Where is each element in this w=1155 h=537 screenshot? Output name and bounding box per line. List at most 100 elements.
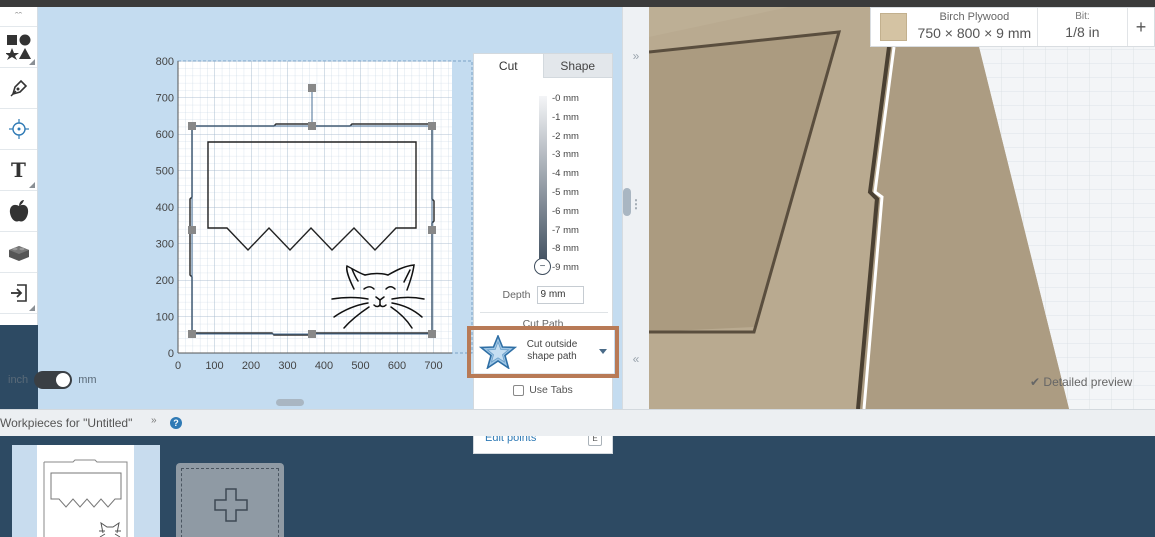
depth-slider[interactable]: -0 mm -1 mm -2 mm -3 mm -4 mm -5 mm -6 mm -7 mm…	[474, 78, 612, 275]
depth-scale-label: -5 mm	[552, 186, 579, 198]
3d-preview[interactable]	[649, 7, 1155, 409]
depth-scale-label: -3 mm	[552, 149, 579, 161]
check-icon: ✔	[1030, 375, 1041, 389]
panel-tabs: Cut Shape	[474, 54, 612, 78]
y-tick-label: 100	[156, 312, 174, 324]
workpiece-thumbnail-card	[37, 445, 134, 537]
y-tick-label: 800	[156, 56, 174, 68]
x-tick-label: 0	[175, 360, 181, 372]
submenu-corner-icon	[29, 182, 35, 188]
workpiece-thumbnail-preview	[43, 459, 128, 537]
vertical-scrollbar[interactable]	[623, 188, 631, 216]
material-settings[interactable]: Birch Plywood 750 × 800 × 9 mm Bit: 1/8 …	[870, 7, 1155, 47]
workpieces-title: Workpieces for "Untitled"	[0, 416, 133, 430]
double-chevron-down-icon[interactable]: »	[151, 415, 157, 426]
resize-handle-nw[interactable]	[188, 122, 196, 130]
submenu-corner-icon	[29, 305, 35, 311]
3d-preview-scene	[649, 7, 1155, 409]
apple-icon	[9, 200, 28, 222]
resize-handle-ne[interactable]	[428, 122, 436, 130]
y-tick-label: 200	[156, 275, 174, 287]
depth-scale-label: -7 mm	[552, 224, 579, 236]
y-tick-label: 600	[156, 129, 174, 141]
x-tick-label: 100	[205, 360, 223, 372]
use-tabs-checkbox[interactable]	[513, 384, 525, 396]
import-button[interactable]	[0, 273, 37, 314]
resize-handle-se[interactable]	[428, 330, 436, 338]
depth-scale-labels: -0 mm -1 mm -2 mm -3 mm -4 mm -5 mm -6 mm -7 mm…	[552, 90, 579, 278]
unit-inch-label: inch	[8, 374, 29, 386]
submenu-corner-icon	[29, 59, 35, 65]
resize-handle-sw[interactable]	[188, 330, 196, 338]
depth-input[interactable]: 9 mm	[536, 286, 584, 304]
add-workpiece-dashed-box	[181, 468, 279, 537]
text-icon: T	[11, 158, 26, 182]
text-tool-button[interactable]: T	[0, 150, 37, 191]
x-tick-label: 700	[424, 360, 442, 372]
depth-gradient-bar	[539, 96, 547, 266]
y-tick-label: 0	[168, 348, 174, 360]
horizontal-scrollbar[interactable]	[276, 399, 304, 406]
resize-handle-e[interactable]	[428, 226, 436, 234]
unit-mm-label: mm	[78, 374, 97, 386]
switch-knob	[56, 373, 71, 387]
detailed-preview-toggle[interactable]: ✔ Detailed preview	[1030, 375, 1132, 389]
resize-handle-w[interactable]	[188, 226, 196, 234]
y-tick-label: 300	[156, 239, 174, 251]
pen-tool-button[interactable]	[0, 68, 37, 109]
use-tabs-label: Use Tabs	[529, 384, 573, 396]
material-swatch	[880, 13, 907, 41]
double-chevron-up-icon: ˆˆ	[14, 10, 23, 23]
depth-scale-label: -6 mm	[552, 205, 579, 217]
bit-value: 1/8 in	[1065, 24, 1100, 40]
depth-scale-label: -2 mm	[552, 130, 579, 142]
shapes-tool-button[interactable]	[0, 27, 37, 68]
brick-icon	[8, 246, 29, 261]
depth-scale-label: -4 mm	[552, 168, 579, 180]
detailed-preview-label: Detailed preview	[1043, 375, 1133, 389]
plus-icon	[214, 488, 248, 522]
resize-handle-n[interactable]	[308, 122, 316, 130]
workpiece-thumbnail[interactable]	[12, 445, 160, 537]
cut-path-highlight	[467, 326, 619, 378]
help-icon[interactable]: ?	[170, 417, 182, 429]
collapse-toolbar-button[interactable]: ˆˆ	[0, 7, 37, 27]
tab-shape[interactable]: Shape	[542, 54, 612, 78]
x-tick-label: 300	[278, 360, 296, 372]
icon-library-button[interactable]	[0, 191, 37, 232]
depth-label: Depth	[502, 289, 531, 301]
plus-icon: +	[1135, 16, 1147, 37]
tab-cut[interactable]: Cut	[474, 54, 543, 78]
y-tick-label: 700	[156, 93, 174, 105]
apps-button[interactable]	[0, 232, 37, 273]
depth-scale-label: -8 mm	[552, 243, 579, 255]
depth-scale-label: -0 mm	[552, 93, 579, 104]
divider	[480, 312, 608, 313]
depth-row: Depth 9 mm	[474, 286, 612, 304]
expand-left-icon[interactable]: »	[623, 49, 649, 63]
resize-handle-s[interactable]	[308, 330, 316, 338]
x-tick-label: 200	[242, 360, 260, 372]
collapse-right-icon[interactable]: «	[623, 352, 649, 366]
use-tabs-row[interactable]: Use Tabs	[474, 384, 612, 396]
workpieces-bar: Workpieces for "Untitled" » ?	[0, 409, 1155, 436]
shapes-icon	[5, 34, 31, 60]
x-tick-labels: 0 100 200 300 400 500 600 700	[175, 360, 443, 372]
crosshair-icon	[8, 119, 29, 139]
add-workpiece-button[interactable]	[176, 463, 284, 537]
unit-switch[interactable]	[34, 371, 73, 389]
import-icon	[10, 284, 27, 302]
bit-settings[interactable]: Bit: 1/8 in	[1036, 8, 1127, 46]
material-dimensions: 750 × 800 × 9 mm	[917, 25, 1032, 41]
depth-scale-label: -9 mm	[552, 262, 579, 274]
y-tick-label: 400	[156, 202, 174, 214]
left-toolbar: ˆˆ T	[0, 7, 38, 325]
depth-slider-handle[interactable]: −	[534, 258, 551, 275]
pen-icon	[10, 79, 27, 97]
unit-toggle[interactable]: inch mm	[8, 371, 97, 389]
point-tool-button[interactable]	[0, 109, 37, 150]
add-button[interactable]: +	[1127, 8, 1154, 46]
x-tick-label: 500	[351, 360, 369, 372]
bit-label: Bit:	[1075, 11, 1090, 22]
rotate-handle[interactable]	[308, 84, 316, 92]
